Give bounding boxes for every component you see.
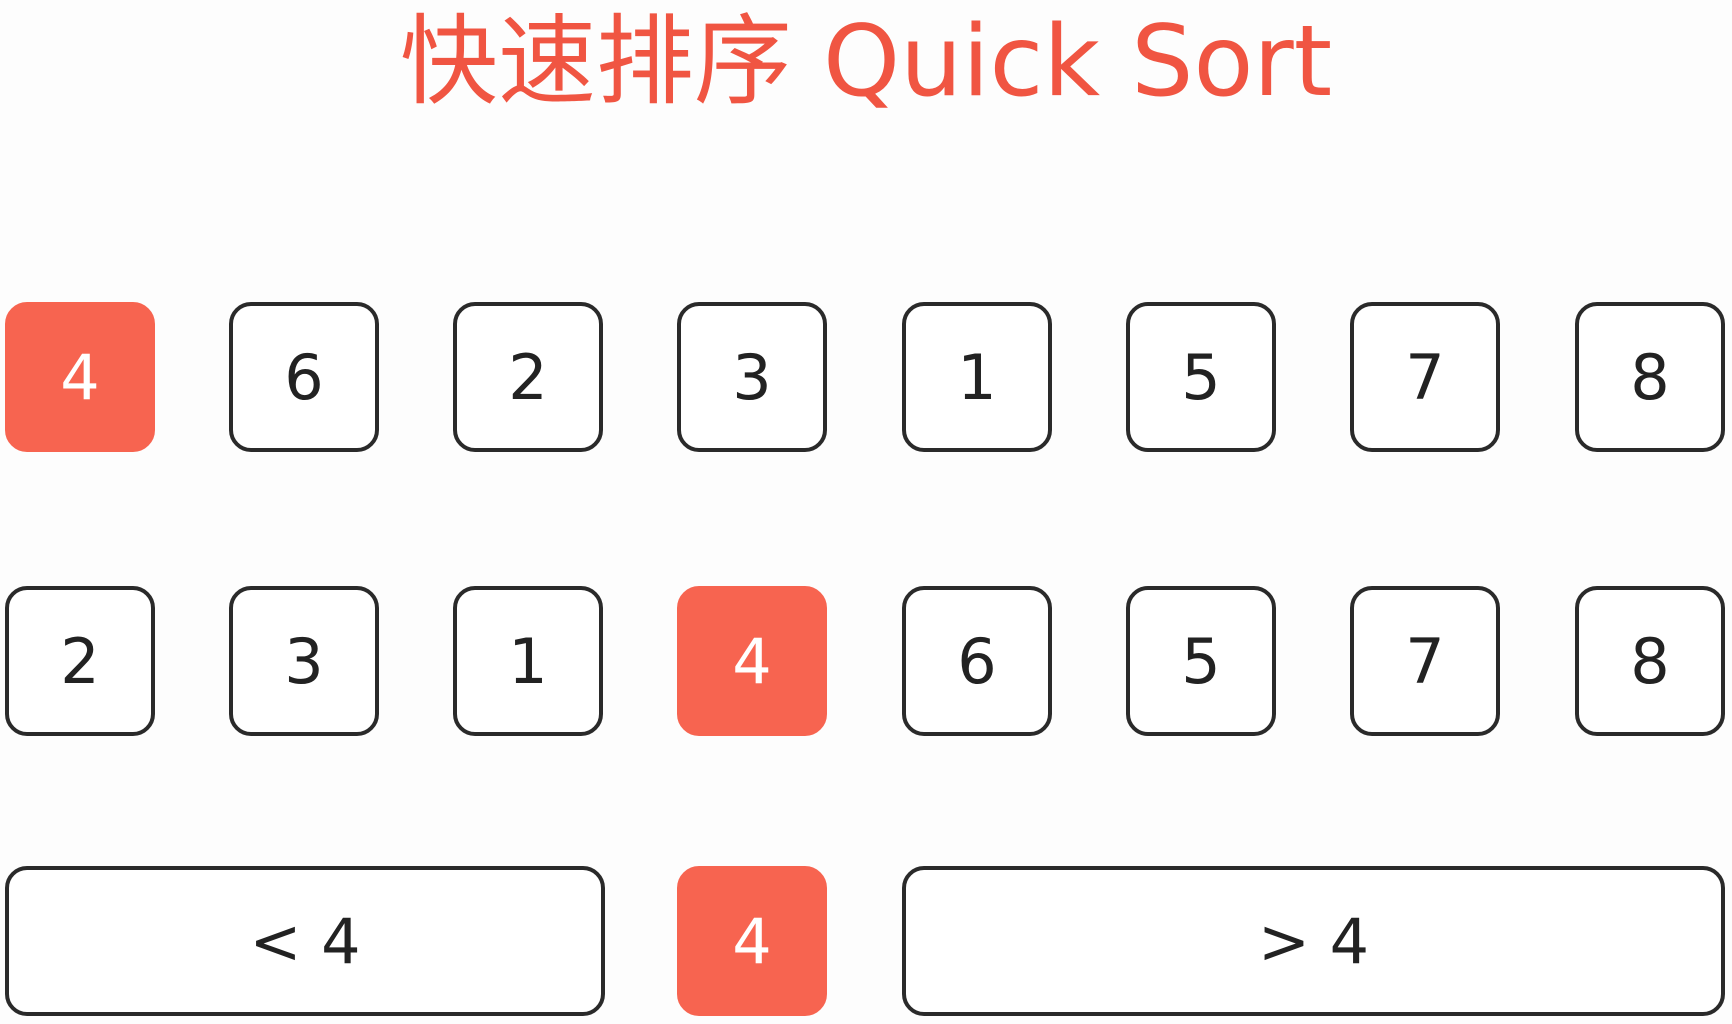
page-title: 快速排序 Quick Sort	[399, 5, 1333, 119]
array-row-initial: 4 6 2 3 1 5 7 8	[0, 302, 1732, 452]
array-cell: 2	[453, 302, 603, 452]
greater-than-pivot-block: > 4	[902, 866, 1725, 1016]
array-cell-pivot: 4	[677, 586, 827, 736]
array-cell: 6	[902, 586, 1052, 736]
array-cell: 6	[229, 302, 379, 452]
array-cell: 7	[1350, 586, 1500, 736]
array-cell: 8	[1575, 586, 1725, 736]
array-cell: 5	[1126, 302, 1276, 452]
array-cell: 5	[1126, 586, 1276, 736]
array-cell-pivot: 4	[5, 302, 155, 452]
array-cell: 2	[5, 586, 155, 736]
array-cell: 1	[902, 302, 1052, 452]
array-cell: 3	[677, 302, 827, 452]
less-than-pivot-block: < 4	[5, 866, 605, 1016]
array-cell: 7	[1350, 302, 1500, 452]
partition-row: < 4 4 > 4	[0, 866, 1732, 1016]
array-cell: 8	[1575, 302, 1725, 452]
array-cell: 1	[453, 586, 603, 736]
array-cell: 3	[229, 586, 379, 736]
array-row-partitioned: 2 3 1 4 6 5 7 8	[0, 586, 1732, 736]
pivot-block: 4	[677, 866, 827, 1016]
